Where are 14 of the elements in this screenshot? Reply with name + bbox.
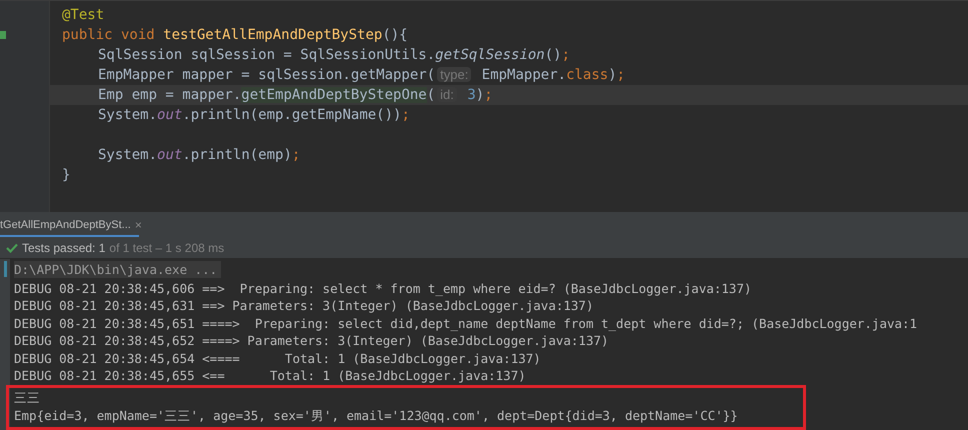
test-duration-label: of 1 test – 1 s 208 ms xyxy=(109,240,224,257)
console-line: DEBUG 08-21 20:38:45,652 ====> Parameters: 3(Integer) (BaseJdbcLogger.java:137) xyxy=(14,332,610,350)
console-line: DEBUG 08-21 20:38:45,631 ==> Parameters: 3(Integer) (BaseJdbcLogger.java:137) xyxy=(14,297,594,315)
console-command: D:\APP\JDK\bin\java.exe ... xyxy=(14,261,222,278)
console-line: DEBUG 08-21 20:38:45,654 <==== Total: 1 (BaseJdbcLogger.java:137) xyxy=(14,350,542,368)
console-line: DEBUG 08-21 20:38:45,651 ====> Preparing: select did,dept_name deptName from t_dept where did=?; (BaseJdbcLogger.java:1 xyxy=(14,314,918,332)
tests-passed-label: Tests passed: 1 xyxy=(22,240,106,257)
close-icon[interactable]: × xyxy=(134,216,142,234)
console-line: DEBUG 08-21 20:38:45,606 ==> Preparing: select * from t_emp where eid=? (BaseJdbcLogger.java:137) xyxy=(14,280,753,298)
console-line: Emp{eid=3, empName='三三', age=35, sex='男', email='123@qq.com', dept=Dept{did=3, deptName='CC'}} xyxy=(14,406,739,425)
check-icon xyxy=(6,242,18,253)
console-line: DEBUG 08-21 20:38:45,655 <== Total: 1 (BaseJdbcLogger.java:137) xyxy=(14,367,527,385)
console-marker-icon xyxy=(4,261,6,278)
console-line: 三三 xyxy=(14,388,41,407)
